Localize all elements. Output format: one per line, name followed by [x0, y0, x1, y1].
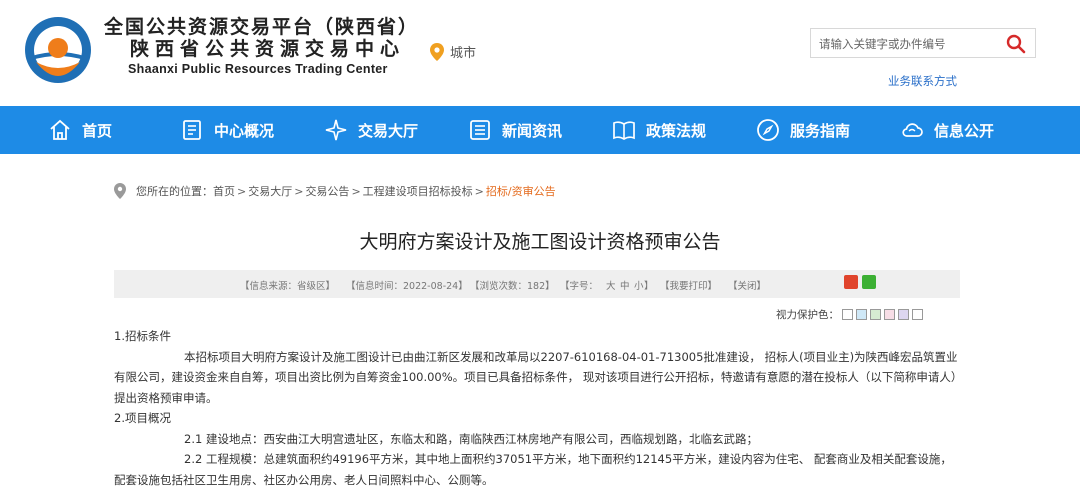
nav-label: 政策法规 — [646, 121, 707, 140]
eye-care-swatch-default[interactable] — [912, 309, 923, 320]
section-heading: 1.招标条件 — [114, 329, 171, 343]
paragraph: 本招标项目大明府方案设计及施工图设计已由曲江新区发展和改革局以2207-6101… — [114, 349, 958, 405]
section-heading: 2.项目概况 — [114, 411, 171, 425]
breadcrumb-item-trading-hall[interactable]: 交易大厅 — [248, 183, 292, 199]
nav-item-disclosure[interactable]: 信息公开 — [900, 106, 994, 154]
article-info-bar: 【信息来源：省级区】 【信息时间：2022-08-24】 【浏览次数：182】 … — [114, 270, 960, 298]
fontsize-medium-button[interactable]: 中 — [620, 278, 630, 292]
nav-item-home[interactable]: 首页 — [48, 106, 112, 154]
title-line1: 全国公共资源交易平台（陕西省） — [104, 16, 420, 38]
breadcrumb-item-construction[interactable]: 工程建设项目招标投标 — [363, 183, 473, 199]
fontsize-small-button[interactable]: 小 — [634, 278, 644, 292]
eye-care-swatch-green[interactable] — [870, 309, 881, 320]
eye-care-swatch-pink[interactable] — [884, 309, 895, 320]
location-pin-icon — [114, 183, 126, 199]
breadcrumb-item-announcements[interactable]: 交易公告 — [305, 183, 349, 199]
breadcrumb-separator: > — [351, 184, 361, 198]
nav-item-center[interactable]: 中心概况 — [180, 106, 274, 154]
location-pin-icon — [430, 42, 444, 61]
business-contact-link[interactable]: 业务联系方式 — [888, 73, 957, 89]
article-title: 大明府方案设计及施工图设计资格预审公告 — [359, 231, 721, 253]
nav-label: 信息公开 — [934, 121, 995, 140]
share-wechat-icon[interactable] — [862, 275, 876, 289]
nav-item-policy[interactable]: 政策法规 — [612, 106, 706, 154]
eye-care-colors: 视力保护色： — [776, 307, 923, 322]
search-box — [810, 28, 1036, 58]
document-icon — [183, 120, 201, 140]
breadcrumb: 您所在的位置： 首页 > 交易大厅 > 交易公告 > 工程建设项目招标投标 > … — [114, 183, 556, 199]
nav-item-trading-hall[interactable]: 交易大厅 — [324, 106, 418, 154]
nav-label: 交易大厅 — [358, 121, 419, 140]
breadcrumb-separator: > — [237, 184, 247, 198]
info-fontsize-end: 】 — [644, 281, 654, 292]
paragraph: 2.2 工程规模：总建筑面积约49196平方米，其中地上面积约37051平方米，… — [114, 452, 952, 487]
nav-item-service-guide[interactable]: 服务指南 — [756, 106, 850, 154]
main-nav: 首页 中心概况 交易大厅 新闻资讯 政策法规 服务指南 信息公开 — [0, 106, 1080, 154]
article-body: 1.招标条件 本招标项目大明府方案设计及施工图设计已由曲江新区发展和改革局以22… — [114, 326, 962, 490]
eye-care-label: 视力保护色： — [776, 309, 839, 321]
eye-care-swatch-purple[interactable] — [898, 309, 909, 320]
nav-label: 服务指南 — [790, 121, 851, 140]
search-icon[interactable] — [1005, 33, 1027, 55]
info-views: 【浏览次数：182】 — [470, 281, 555, 292]
info-time: 【信息时间：2022-08-24】 — [346, 281, 468, 292]
breadcrumb-prefix: 您所在的位置： — [136, 185, 213, 198]
title-english: Shaanxi Public Resources Trading Center — [128, 62, 388, 76]
site-logo[interactable] — [18, 12, 98, 88]
paragraph: 2.1 建设地点：西安曲江大明宫遗址区，东临太和路，南临陕西江林房地产有限公司，… — [184, 431, 758, 446]
info-source: 【信息来源：省级区】 — [240, 281, 336, 292]
eye-care-swatch-white[interactable] — [842, 309, 853, 320]
compass-icon — [757, 119, 779, 141]
breadcrumb-item-current[interactable]: 招标/资审公告 — [486, 183, 556, 199]
home-icon — [50, 119, 70, 140]
news-icon — [470, 120, 490, 140]
breadcrumb-item-home[interactable]: 首页 — [213, 183, 235, 199]
city-label: 城市 — [450, 46, 477, 61]
fontsize-big-button[interactable]: 大 — [606, 278, 616, 292]
nav-label: 首页 — [82, 121, 113, 140]
sparkle-icon — [325, 119, 347, 141]
title-line2: 陕西省公共资源交易中心 — [130, 38, 406, 60]
brand-title: 全国公共资源交易平台（陕西省） 陕西省公共资源交易中心 Shaanxi Publ… — [104, 16, 419, 78]
book-icon — [613, 121, 635, 140]
site-header: 全国公共资源交易平台（陕西省） 陕西省公共资源交易中心 Shaanxi Publ… — [0, 0, 1080, 106]
nav-label: 新闻资讯 — [502, 121, 563, 140]
close-button[interactable]: 【关闭】 — [728, 278, 766, 292]
nav-label: 中心概况 — [214, 121, 275, 140]
cloud-icon — [902, 123, 923, 137]
breadcrumb-separator: > — [474, 184, 484, 198]
eye-care-swatch-blue[interactable] — [856, 309, 867, 320]
search-input[interactable] — [819, 34, 999, 54]
breadcrumb-separator: > — [294, 184, 304, 198]
info-fontsize-label: 【字号： — [560, 281, 599, 292]
nav-item-news[interactable]: 新闻资讯 — [468, 106, 562, 154]
city-selector[interactable]: 城市 — [430, 42, 476, 61]
share-weibo-icon[interactable] — [844, 275, 858, 289]
print-button[interactable]: 【我要打印】 — [660, 278, 717, 292]
